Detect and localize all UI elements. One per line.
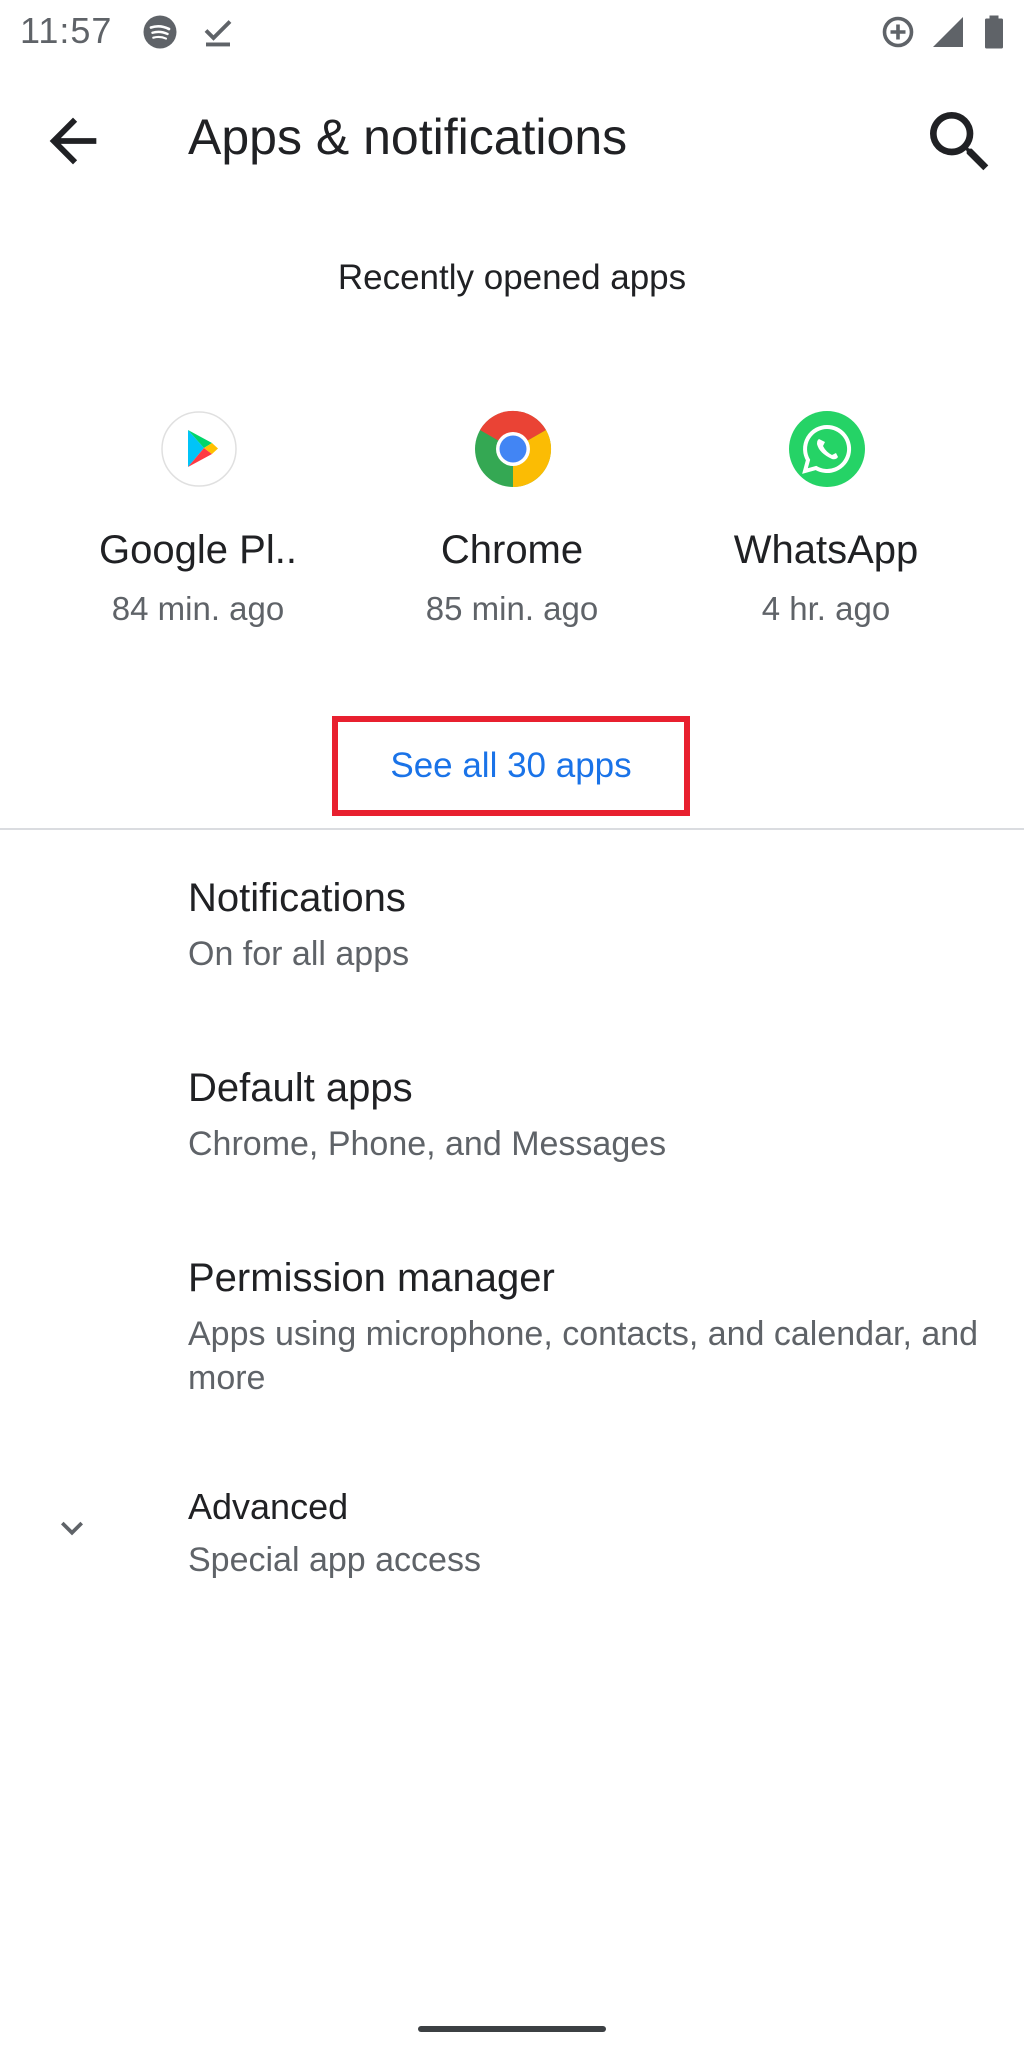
item-subtitle: Apps using microphone, contacts, and cal…: [188, 1315, 979, 1397]
default-apps-item[interactable]: Default apps Chrome, Phone, and Messages: [0, 1066, 1024, 1216]
recent-app-whatsapp[interactable]: WhatsApp 4 hr. ago: [686, 410, 966, 640]
see-all-apps-button[interactable]: See all 30 apps: [332, 716, 690, 816]
advanced-item[interactable]: Advanced Special app access: [0, 1486, 1024, 1636]
item-subtitle: Special app access: [188, 1541, 481, 1579]
recent-app-chrome[interactable]: Chrome 85 min. ago: [372, 410, 652, 640]
item-subtitle: Chrome, Phone, and Messages: [188, 1125, 667, 1163]
arrow-back-icon[interactable]: [38, 106, 108, 176]
data-saver-icon: [882, 16, 914, 48]
screen: 11:57 Apps & notifications Recently open…: [0, 0, 1024, 2048]
download-done-icon: [204, 20, 232, 47]
item-subtitle: On for all apps: [188, 935, 410, 973]
battery-icon: [985, 15, 1003, 49]
status-bar: 11:57: [0, 0, 1024, 64]
search-icon[interactable]: [920, 102, 1000, 182]
item-title: Advanced: [188, 1486, 349, 1527]
status-time: 11:57: [20, 10, 113, 51]
recent-app-google-play[interactable]: Google Pl.. 84 min. ago: [58, 410, 338, 640]
item-title: Notifications: [188, 876, 406, 920]
spotify-icon: [143, 15, 177, 49]
permission-manager-item[interactable]: Permission manager Apps using microphone…: [0, 1256, 1024, 1436]
item-title: Default apps: [188, 1066, 413, 1110]
google-play-icon: [161, 411, 237, 487]
navigation-handle[interactable]: [418, 2026, 606, 2032]
recent-app-name: Google Pl..: [99, 528, 297, 572]
chrome-icon: [475, 410, 552, 488]
recent-app-time: 85 min. ago: [425, 590, 599, 627]
whatsapp-icon: [789, 411, 865, 487]
app-bar: Apps & notifications: [0, 64, 1024, 204]
item-title: Permission manager: [188, 1256, 555, 1300]
recent-app-time: 4 hr. ago: [761, 590, 891, 627]
recent-apps-label: Recently opened apps: [337, 258, 687, 297]
recent-app-time: 84 min. ago: [111, 590, 285, 627]
notifications-item[interactable]: Notifications On for all apps: [0, 876, 1024, 1026]
recent-app-name: WhatsApp: [733, 528, 919, 572]
divider: [0, 828, 1024, 830]
page-title: Apps & notifications: [188, 109, 628, 165]
chevron-down-icon: [61, 1521, 83, 1536]
cell-signal-icon: [933, 17, 963, 47]
recent-app-name: Chrome: [440, 528, 584, 572]
